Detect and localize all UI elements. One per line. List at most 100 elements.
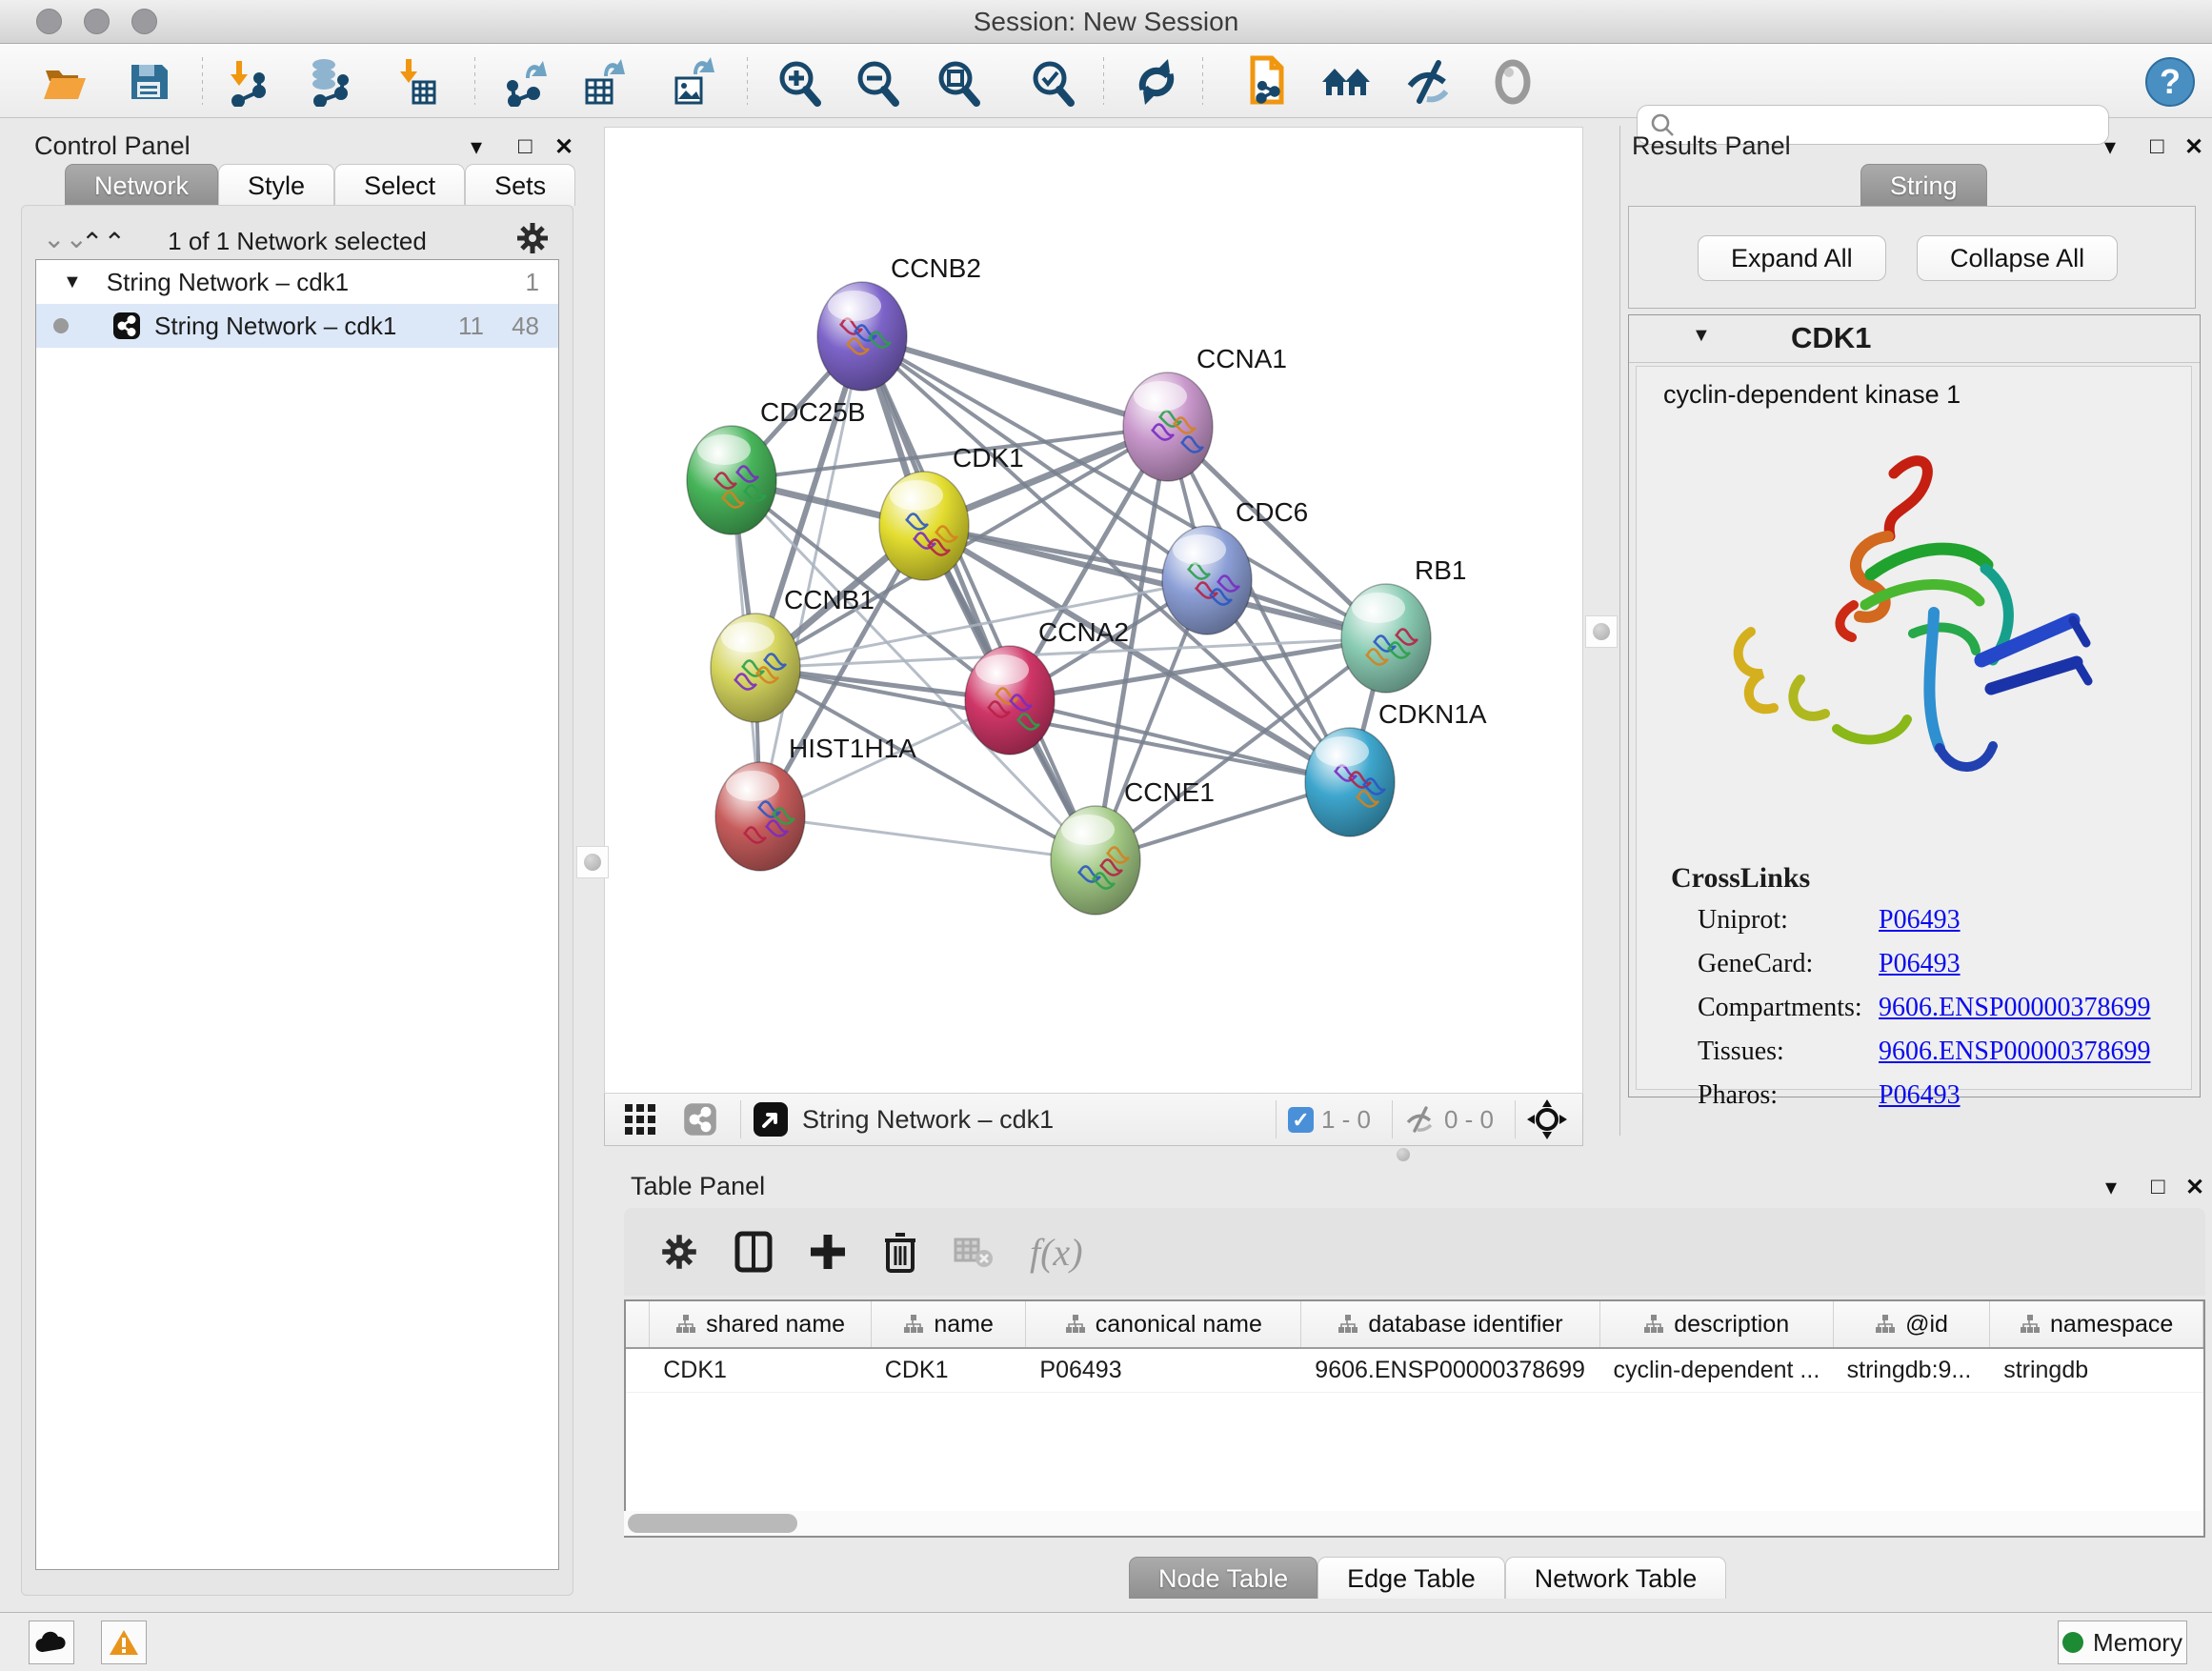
delete-table-icon[interactable] (954, 1236, 994, 1268)
hide-selected-icon[interactable] (1402, 55, 1456, 109)
table-hscrollbar[interactable] (624, 1511, 2202, 1536)
string-network-graph[interactable]: CCNB2CCNA1CDC25BCDK1CDC6RB1CCNB1CCNA2CDK… (605, 128, 1584, 1095)
import-network-file-icon[interactable] (219, 55, 272, 109)
create-column-plus-icon[interactable] (809, 1233, 847, 1271)
scrollbar-thumb[interactable] (628, 1514, 797, 1533)
collapse-all-button[interactable]: Collapse All (1917, 235, 2118, 281)
expand-all-button[interactable]: Expand All (1698, 235, 1886, 281)
table-row[interactable]: CDK1CDK1P064939606.ENSP00000378699cyclin… (626, 1349, 2203, 1393)
right-splitter-handle[interactable] (1585, 615, 1618, 648)
cell-name[interactable]: CDK1 (872, 1349, 1027, 1392)
node-table[interactable]: shared namenamecanonical namedatabase id… (624, 1299, 2205, 1538)
column-header-name[interactable]: name (872, 1301, 1027, 1347)
collection-expander-icon[interactable]: ▼ (63, 272, 82, 293)
network-row[interactable]: String Network – cdk1 11 48 (36, 304, 558, 348)
delete-column-trash-icon[interactable] (883, 1231, 917, 1273)
string-import-icon[interactable] (1238, 55, 1292, 109)
network-node-cdkn1a[interactable]: CDKN1A (1305, 699, 1487, 836)
column-header-canonicalname[interactable]: canonical name (1026, 1301, 1301, 1347)
tab-node-table[interactable]: Node Table (1129, 1557, 1317, 1599)
export-network-icon[interactable] (499, 55, 553, 109)
panel-close-icon[interactable]: ✕ (2185, 1174, 2204, 1201)
left-splitter-handle[interactable] (576, 846, 609, 878)
cloud-status-button[interactable] (29, 1621, 74, 1664)
panel-float-icon[interactable]: □ (2150, 133, 2164, 160)
selected-checkbox-icon[interactable]: ✓ (1288, 1107, 1314, 1133)
bottom-splitter-handle[interactable] (1389, 1146, 1418, 1163)
network-edge[interactable] (760, 816, 1096, 860)
memory-button[interactable]: Memory (2058, 1621, 2187, 1664)
export-image-icon[interactable] (665, 55, 718, 109)
gene-expander-icon[interactable]: ▼ (1692, 325, 1711, 347)
crosslink-link[interactable]: 9606.ENSP00000378699 (1879, 1037, 2150, 1067)
network-options-gear-icon[interactable] (515, 221, 550, 260)
tab-string[interactable]: String (1860, 164, 1987, 206)
tab-style[interactable]: Style (218, 164, 334, 206)
panel-collapse-icon[interactable]: ▾ (2105, 1174, 2117, 1201)
column-header-namespace[interactable]: namespace (1990, 1301, 2203, 1347)
cell-namespace[interactable]: stringdb (1990, 1349, 2203, 1392)
gene-card-header[interactable]: ▼ CDK1 (1629, 315, 2200, 363)
export-table-icon[interactable] (577, 55, 631, 109)
network-node-ccne1[interactable]: CCNE1 (1051, 777, 1215, 915)
window-minimize-button[interactable] (84, 9, 110, 34)
protein-structure-image (1694, 433, 2132, 843)
column-header-id[interactable]: @id (1834, 1301, 1990, 1347)
panel-collapse-icon[interactable]: ▾ (2104, 133, 2116, 161)
cell-id[interactable]: stringdb:9... (1834, 1349, 1991, 1392)
network-edge-count: 48 (512, 312, 539, 341)
network-view-icon[interactable] (683, 1102, 717, 1137)
zoom-out-icon[interactable] (850, 55, 903, 109)
cell-canonicalname[interactable]: P06493 (1026, 1349, 1301, 1392)
column-header-databaseidentifier[interactable]: database identifier (1301, 1301, 1599, 1347)
panel-collapse-icon[interactable]: ▾ (471, 133, 482, 161)
panel-float-icon[interactable]: □ (518, 133, 533, 160)
cell-databaseidentifier[interactable]: 9606.ENSP00000378699 (1301, 1349, 1599, 1392)
crosslink-link[interactable]: P06493 (1879, 949, 1961, 979)
table-settings-gear-icon[interactable] (660, 1233, 698, 1271)
import-network-database-icon[interactable] (301, 55, 354, 109)
tab-select[interactable]: Select (334, 164, 465, 206)
help-icon[interactable]: ? (2143, 55, 2197, 109)
crosslink-link[interactable]: P06493 (1879, 905, 1961, 936)
function-builder-icon[interactable]: f(x) (1030, 1230, 1083, 1275)
zoom-selected-icon[interactable] (1025, 55, 1078, 109)
network-collection-row[interactable]: ▼ String Network – cdk1 1 (36, 260, 558, 304)
network-edge[interactable] (862, 336, 1168, 427)
import-table-file-icon[interactable] (389, 55, 442, 109)
svg-text:?: ? (2160, 62, 2181, 101)
window-zoom-button[interactable] (131, 9, 157, 34)
tab-sets[interactable]: Sets (465, 164, 575, 206)
window-close-button[interactable] (36, 9, 62, 34)
zoom-in-icon[interactable] (772, 55, 825, 109)
column-header-description[interactable]: description (1600, 1301, 1834, 1347)
tab-network[interactable]: Network (65, 164, 218, 206)
grid-view-icon[interactable] (624, 1103, 656, 1136)
crosslink-link[interactable]: P06493 (1879, 1080, 1961, 1111)
network-edge[interactable] (862, 336, 1096, 860)
crosshair-icon[interactable] (1527, 1099, 1567, 1139)
crosslink-link[interactable]: 9606.ENSP00000378699 (1879, 993, 2150, 1023)
network-canvas[interactable]: CCNB2CCNA1CDC25BCDK1CDC6RB1CCNB1CCNA2CDK… (604, 127, 1583, 1094)
show-columns-icon[interactable] (734, 1231, 773, 1273)
panel-close-icon[interactable]: ✕ (2184, 133, 2203, 161)
cell-description[interactable]: cyclin-dependent ... (1599, 1349, 1833, 1392)
home-networks-icon[interactable] (1319, 55, 1373, 109)
tab-network-table[interactable]: Network Table (1505, 1557, 1727, 1599)
panel-float-icon[interactable]: □ (2151, 1174, 2165, 1200)
apply-layout-icon[interactable] (1130, 55, 1183, 109)
show-all-icon[interactable] (1486, 55, 1539, 109)
open-session-icon[interactable] (38, 55, 91, 109)
crosslink-row: Tissues: 9606.ENSP00000378699 (1698, 1037, 2174, 1067)
network-node-hist1h1a[interactable]: HIST1H1A (715, 734, 916, 871)
column-header-sharedname[interactable]: shared name (650, 1301, 872, 1347)
tab-edge-table[interactable]: Edge Table (1317, 1557, 1505, 1599)
save-session-icon[interactable] (122, 55, 175, 109)
zoom-fit-icon[interactable] (931, 55, 984, 109)
cell-sharedname[interactable]: CDK1 (650, 1349, 872, 1392)
network-node-rb1[interactable]: RB1 (1341, 555, 1466, 693)
panel-close-icon[interactable]: ✕ (554, 133, 573, 161)
hidden-eye-icon[interactable] (1404, 1105, 1437, 1134)
warning-status-button[interactable] (101, 1621, 147, 1664)
birds-eye-view-icon[interactable] (753, 1101, 789, 1137)
